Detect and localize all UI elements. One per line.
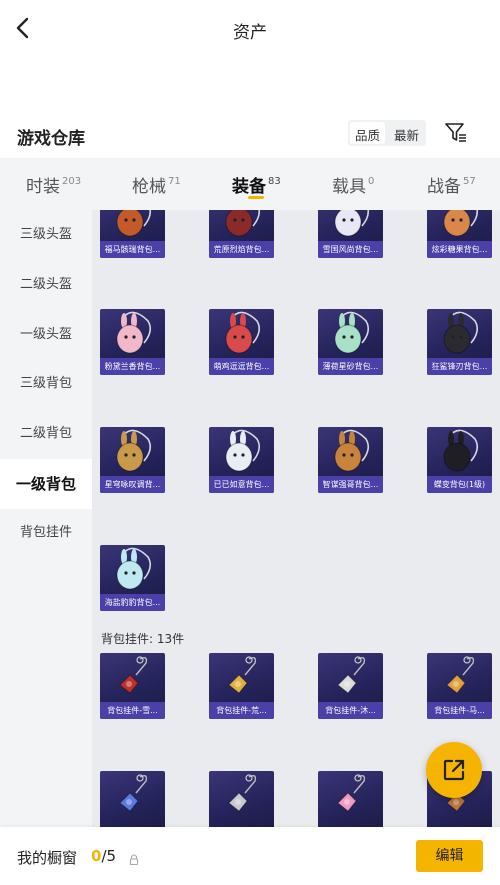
blue-ring-icon	[119, 774, 148, 812]
backpack-card[interactable]: 蝶变背包(1级)	[427, 427, 492, 493]
tab-equipment[interactable]: 装备 83	[232, 172, 281, 197]
horse-charm-icon	[446, 656, 475, 694]
backpack-card[interactable]: 粉黛兰香背包...	[100, 309, 165, 375]
charm-card[interactable]: 背包挂件-马...	[427, 653, 492, 719]
sidebar-item-level3-helmet[interactable]: 三级头盔	[0, 211, 92, 259]
sidebar-item-level2-helmet[interactable]: 二级头盔	[0, 261, 92, 309]
sort-by-latest[interactable]: 最新	[387, 120, 426, 146]
showcase-label: 我的橱窗	[17, 849, 78, 867]
face-bag-icon	[334, 429, 370, 472]
item-name: 荒原烈焰背包...	[209, 241, 274, 258]
backpack-card[interactable]: 萌鸡逗逗背包...	[209, 309, 274, 375]
item-name: 福马骸瑞背包...	[100, 241, 165, 258]
backpack-card[interactable]: 智谋强哥背包...	[318, 427, 383, 493]
backpack-card[interactable]: 海盐豹豹背包...	[100, 545, 165, 611]
flame-bag-icon	[225, 210, 261, 237]
active-tab-indicator	[248, 196, 264, 199]
item-name: 背包挂件-荒...	[209, 702, 274, 719]
egg-bag-icon	[225, 311, 261, 354]
sidebar-item-level3-backpack[interactable]: 三级背包	[0, 360, 92, 408]
charm-card[interactable]	[100, 771, 165, 827]
item-name: 背包挂件-雪...	[100, 702, 165, 719]
backpack-card[interactable]: 福马骸瑞背包...	[100, 210, 165, 258]
category-tabs: 时装 203 枪械 71 装备 83 载具 0 战备 57	[0, 158, 500, 210]
item-name: 蝶变背包(1级)	[427, 476, 492, 493]
snow-bag-icon	[334, 210, 370, 237]
sidebar-item-level1-helmet[interactable]: 一级头盔	[0, 311, 92, 359]
group-label-backpack-charm: 背包挂件: 13件	[101, 632, 185, 646]
sidebar-item-backpack-charm[interactable]: 背包挂件	[0, 509, 92, 557]
top-bar: 资产	[0, 0, 500, 58]
item-name: 炫彩糖果背包...	[427, 241, 492, 258]
item-name: 智谋强哥背包...	[318, 476, 383, 493]
tab-vehicles[interactable]: 载具 0	[332, 172, 374, 197]
star-bag-icon	[116, 429, 152, 472]
item-name: 背包挂件-马...	[427, 702, 492, 719]
donut-bag-icon	[443, 210, 479, 237]
red-bell-icon	[119, 656, 148, 694]
pink-bow-icon	[337, 774, 366, 812]
charm-card[interactable]: 背包挂件-雪...	[100, 653, 165, 719]
section-header: 游戏仓库 品质 最新	[0, 118, 500, 152]
backpack-card[interactable]: 荒原烈焰背包...	[209, 210, 274, 258]
charm-card[interactable]	[318, 771, 383, 827]
tab-supplies[interactable]: 战备 57	[427, 172, 476, 197]
tab-firearms[interactable]: 枪械 71	[132, 172, 181, 197]
showcase-bar: 我的橱窗 0/5 编辑	[0, 827, 500, 885]
item-name: 星穹咏叹调背...	[100, 476, 165, 493]
seal-bag-icon	[116, 547, 152, 590]
filter-icon[interactable]	[444, 120, 468, 144]
horse-bag-icon	[116, 210, 152, 237]
edit-button[interactable]: 编辑	[416, 840, 483, 872]
item-name: 薄荷星砂背包...	[318, 358, 383, 375]
cat-charm-icon	[337, 656, 366, 694]
silver-wing-icon	[228, 774, 257, 812]
sort-toggle: 品质 最新	[348, 120, 427, 146]
rabbit-bag-icon	[225, 429, 261, 472]
item-name: 粉黛兰香背包...	[100, 358, 165, 375]
backpack-card[interactable]: 薄荷星砂背包...	[318, 309, 383, 375]
backpack-card[interactable]: 星穹咏叹调背...	[100, 427, 165, 493]
item-name: 已已如意背包...	[209, 476, 274, 493]
mint-bag-icon	[334, 311, 370, 354]
shark-bag-icon	[443, 311, 479, 354]
share-fab[interactable]	[426, 742, 482, 798]
item-name: 狂鲨锋刃背包...	[427, 358, 492, 375]
share-out-icon	[443, 759, 465, 781]
bunny-bag-icon	[116, 311, 152, 354]
backpack-card[interactable]: 狂鲨锋刃背包...	[427, 309, 492, 375]
butterfly-bag-icon	[443, 429, 479, 472]
backpack-card[interactable]: 雪国风尚背包...	[318, 210, 383, 258]
charm-card[interactable]	[209, 771, 274, 827]
backpack-card[interactable]: 炫彩糖果背包...	[427, 210, 492, 258]
sidebar-item-level2-backpack[interactable]: 二级背包	[0, 410, 92, 458]
gold-star-icon	[228, 656, 257, 694]
item-grid: 背包挂件: 13件 福马骸瑞背包... 荒原烈焰背包... 雪国风尚背包... 炫彩糖…	[92, 210, 500, 827]
item-name: 萌鸡逗逗背包...	[209, 358, 274, 375]
sort-by-quality[interactable]: 品质	[350, 122, 386, 144]
subcategory-sidebar: 三级头盔 二级头盔 一级头盔 三级背包 二级背包 一级背包 背包挂件	[0, 210, 92, 827]
item-name: 雪国风尚背包...	[318, 241, 383, 258]
page-title: 资产	[233, 23, 267, 43]
charm-card[interactable]: 背包挂件-荒...	[209, 653, 274, 719]
showcase-count: 0/5	[91, 847, 117, 865]
lock-icon	[129, 851, 139, 866]
item-name: 海盐豹豹背包...	[100, 594, 165, 611]
item-name: 背包挂件-沐...	[318, 702, 383, 719]
sidebar-item-level1-backpack[interactable]: 一级背包	[0, 459, 92, 509]
tab-fashion[interactable]: 时装 203	[26, 172, 81, 197]
backpack-card[interactable]: 已已如意背包...	[209, 427, 274, 493]
charm-card[interactable]: 背包挂件-沐...	[318, 653, 383, 719]
section-title: 游戏仓库	[17, 129, 85, 149]
